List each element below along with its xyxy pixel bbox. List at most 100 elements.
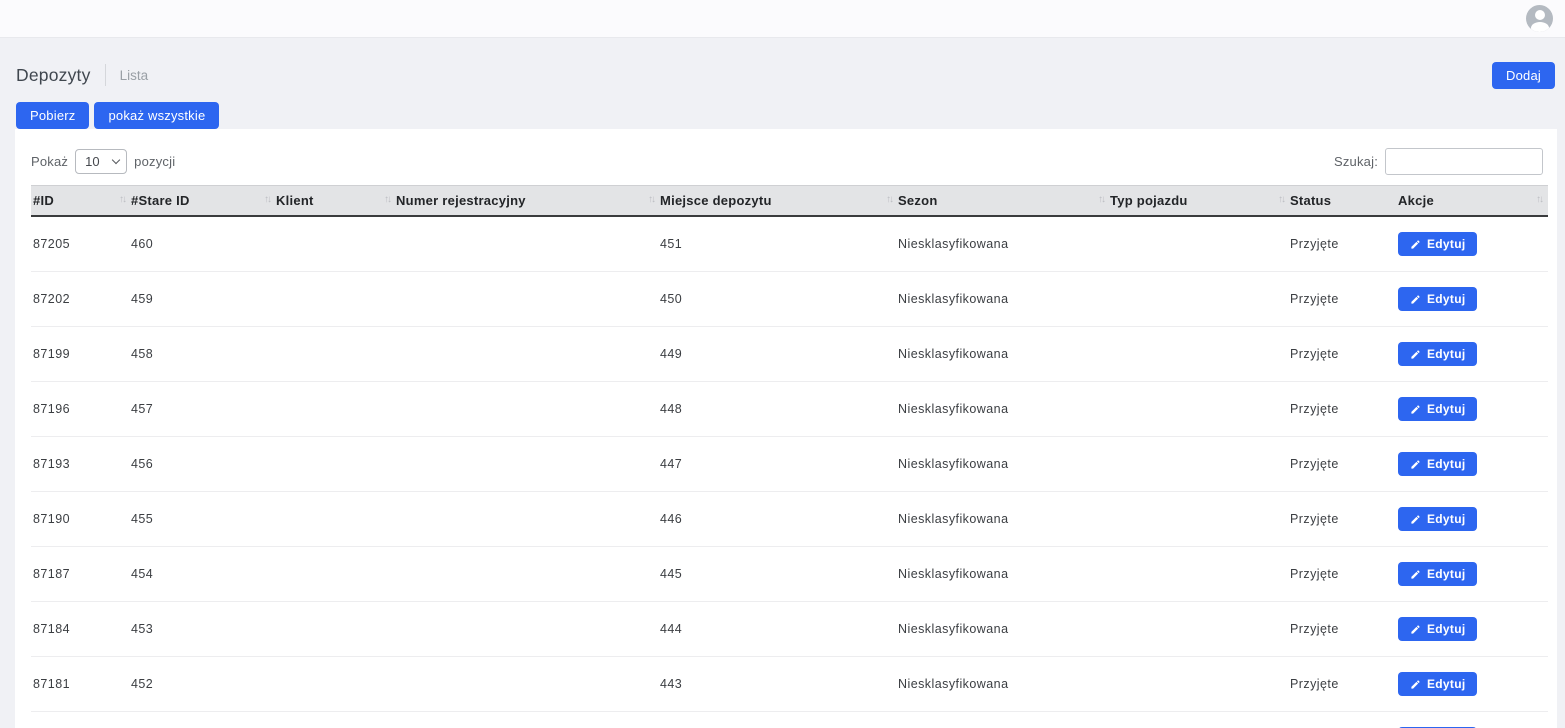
cell-numer-rejestracyjny — [396, 547, 660, 602]
cell-akcje: Edytuj — [1398, 712, 1548, 728]
cell-typ-pojazdu — [1110, 602, 1290, 657]
cell-stare-id: 457 — [131, 382, 276, 437]
cell-status: Przyjęte — [1290, 272, 1398, 327]
pencil-icon — [1410, 239, 1421, 250]
sort-icon: ↑↓ — [648, 194, 654, 205]
edit-button[interactable]: Edytuj — [1398, 562, 1477, 586]
edit-button[interactable]: Edytuj — [1398, 452, 1477, 476]
edit-button[interactable]: Edytuj — [1398, 342, 1477, 366]
cell-id: 87187 — [31, 547, 131, 602]
pencil-icon — [1410, 459, 1421, 470]
cell-miejsce-depozytu: 445 — [660, 547, 898, 602]
cell-miejsce-depozytu: 448 — [660, 382, 898, 437]
cell-id: 87202 — [31, 272, 131, 327]
table-row: 87199458449NiesklasyfikowanaPrzyjęteEdyt… — [31, 327, 1548, 382]
edit-button[interactable]: Edytuj — [1398, 617, 1477, 641]
cell-klient — [276, 382, 396, 437]
cell-akcje: Edytuj — [1398, 492, 1548, 547]
sort-icon: ↑↓ — [264, 194, 270, 205]
cell-stare-id: 456 — [131, 437, 276, 492]
cell-status: Przyjęte — [1290, 657, 1398, 712]
cell-status: Przyjęte — [1290, 437, 1398, 492]
edit-button-label: Edytuj — [1427, 677, 1465, 691]
cell-sezon: Niesklasyfikowana — [898, 712, 1110, 728]
column-header-sezon[interactable]: Sezon↑↓ — [898, 186, 1110, 217]
pencil-icon — [1410, 569, 1421, 580]
cell-typ-pojazdu — [1110, 272, 1290, 327]
cell-miejsce-depozytu: 443 — [660, 657, 898, 712]
column-header-numer-rejestracyjny[interactable]: Numer rejestracyjny↑↓ — [396, 186, 660, 217]
cell-status: Przyjęte — [1290, 216, 1398, 272]
cell-stare-id: 451 — [131, 712, 276, 728]
column-header-akcje[interactable]: Akcje↑↓ — [1398, 186, 1548, 217]
cell-sezon: Niesklasyfikowana — [898, 657, 1110, 712]
cell-miejsce-depozytu: 451 — [660, 216, 898, 272]
show-all-button[interactable]: pokaż wszystkie — [94, 102, 219, 129]
cell-klient — [276, 327, 396, 382]
pencil-icon — [1410, 349, 1421, 360]
edit-button-label: Edytuj — [1427, 567, 1465, 581]
user-avatar[interactable] — [1526, 5, 1553, 32]
cell-sezon: Niesklasyfikowana — [898, 327, 1110, 382]
entries-label: pozycji — [134, 154, 175, 169]
cell-status: Przyjęte — [1290, 492, 1398, 547]
table-row: 87205460451NiesklasyfikowanaPrzyjęteEdyt… — [31, 216, 1548, 272]
cell-sezon: Niesklasyfikowana — [898, 492, 1110, 547]
cell-typ-pojazdu — [1110, 437, 1290, 492]
cell-akcje: Edytuj — [1398, 657, 1548, 712]
table-row: 87178451442NiesklasyfikowanaPrzyjęteEdyt… — [31, 712, 1548, 728]
page-size-select[interactable]: 10 — [75, 149, 127, 174]
sort-icon: ↑↓ — [119, 194, 125, 205]
cell-typ-pojazdu — [1110, 547, 1290, 602]
edit-button[interactable]: Edytuj — [1398, 397, 1477, 421]
edit-button-label: Edytuj — [1427, 457, 1465, 471]
column-header-miejsce-depozytu[interactable]: Miejsce depozytu↑↓ — [660, 186, 898, 217]
cell-typ-pojazdu — [1110, 492, 1290, 547]
edit-button[interactable]: Edytuj — [1398, 672, 1477, 696]
add-button[interactable]: Dodaj — [1492, 62, 1555, 89]
cell-status: Przyjęte — [1290, 712, 1398, 728]
edit-button-label: Edytuj — [1427, 237, 1465, 251]
column-header-klient[interactable]: Klient↑↓ — [276, 186, 396, 217]
cell-stare-id: 459 — [131, 272, 276, 327]
cell-typ-pojazdu — [1110, 657, 1290, 712]
pencil-icon — [1410, 624, 1421, 635]
cell-numer-rejestracyjny — [396, 327, 660, 382]
cell-sezon: Niesklasyfikowana — [898, 547, 1110, 602]
column-header--id[interactable]: #ID↑↓ — [31, 186, 131, 217]
table-row: 87187454445NiesklasyfikowanaPrzyjęteEdyt… — [31, 547, 1548, 602]
table-row: 87196457448NiesklasyfikowanaPrzyjęteEdyt… — [31, 382, 1548, 437]
avatar-person-icon — [1535, 10, 1545, 20]
table-row: 87190455446NiesklasyfikowanaPrzyjęteEdyt… — [31, 492, 1548, 547]
column-header-status: Status — [1290, 186, 1398, 217]
cell-akcje: Edytuj — [1398, 547, 1548, 602]
cell-akcje: Edytuj — [1398, 327, 1548, 382]
cell-sezon: Niesklasyfikowana — [898, 216, 1110, 272]
title-divider — [105, 64, 106, 86]
edit-button-label: Edytuj — [1427, 402, 1465, 416]
cell-miejsce-depozytu: 449 — [660, 327, 898, 382]
page-header: Depozyty Lista Dodaj — [16, 61, 1555, 89]
cell-klient — [276, 602, 396, 657]
download-button[interactable]: Pobierz — [16, 102, 89, 129]
edit-button[interactable]: Edytuj — [1398, 232, 1477, 256]
search-input[interactable] — [1385, 148, 1543, 175]
pencil-icon — [1410, 679, 1421, 690]
cell-akcje: Edytuj — [1398, 602, 1548, 657]
cell-typ-pojazdu — [1110, 327, 1290, 382]
page-title: Depozyty — [16, 65, 91, 86]
table-row: 87202459450NiesklasyfikowanaPrzyjęteEdyt… — [31, 272, 1548, 327]
cell-status: Przyjęte — [1290, 327, 1398, 382]
table-header: #ID↑↓#Stare ID↑↓Klient↑↓Numer rejestracy… — [31, 186, 1548, 217]
search-wrap: Szukaj: — [1334, 148, 1543, 175]
edit-button[interactable]: Edytuj — [1398, 287, 1477, 311]
page-size-label: Pokaż — [31, 154, 68, 169]
edit-button[interactable]: Edytuj — [1398, 507, 1477, 531]
column-header-typ-pojazdu[interactable]: Typ pojazdu↑↓ — [1110, 186, 1290, 217]
cell-klient — [276, 272, 396, 327]
column-header--stare-id[interactable]: #Stare ID↑↓ — [131, 186, 276, 217]
cell-status: Przyjęte — [1290, 382, 1398, 437]
cell-numer-rejestracyjny — [396, 657, 660, 712]
cell-id: 87205 — [31, 216, 131, 272]
cell-sezon: Niesklasyfikowana — [898, 272, 1110, 327]
